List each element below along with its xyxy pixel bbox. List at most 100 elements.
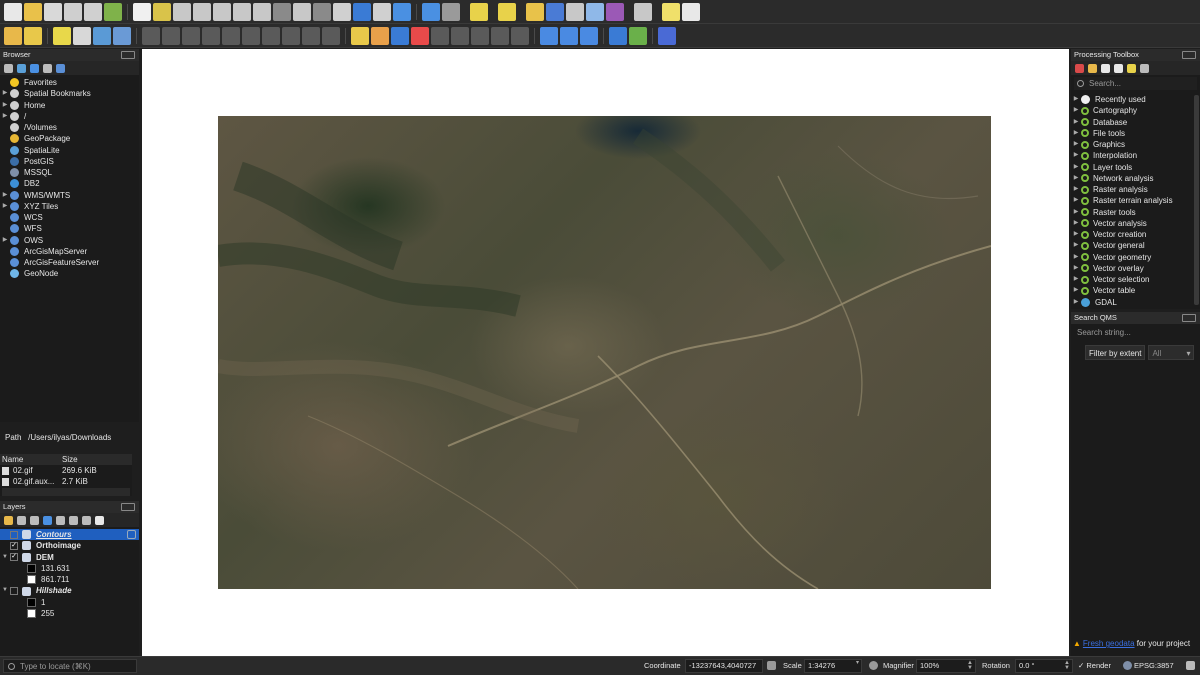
redo-icon[interactable]	[322, 26, 340, 45]
file-row[interactable]: 02.gif.aux... 2.7 KiB	[0, 476, 132, 487]
show-hide-labels-icon[interactable]	[411, 26, 429, 45]
toolbox-item[interactable]: ▶ File tools	[1071, 128, 1200, 139]
browser-item[interactable]: MSSQL	[0, 167, 139, 178]
render-checkbox[interactable]: ✓ Render	[1078, 661, 1111, 670]
expand-arrow-icon[interactable]: ▶	[1071, 252, 1081, 263]
expand-arrow-icon[interactable]: ▶	[1071, 218, 1081, 229]
show-bookmarks-icon[interactable]	[373, 2, 391, 21]
layer-visibility-checkbox[interactable]: ✓	[10, 553, 18, 562]
expand-arrow-icon[interactable]: ▶	[0, 190, 10, 201]
toolbox-search-input[interactable]: Search...	[1074, 77, 1197, 90]
zoom-native-icon[interactable]	[273, 2, 291, 21]
expand-arrow-icon[interactable]: ▶	[1071, 263, 1081, 274]
toolbox-item[interactable]: ▶ Raster terrain analysis	[1071, 195, 1200, 206]
filter-legend-icon[interactable]	[43, 515, 52, 525]
move-feature-icon[interactable]	[222, 26, 240, 45]
select-by-value-icon[interactable]	[498, 2, 516, 21]
fresh-geodata-link[interactable]: Fresh geodata	[1083, 639, 1135, 648]
current-edits-icon[interactable]	[4, 26, 22, 45]
toolbox-item[interactable]: ▶ GDAL	[1071, 297, 1200, 308]
expand-arrow-icon[interactable]: ▶	[1071, 229, 1081, 240]
browser-item[interactable]: SpatiaLite	[0, 145, 139, 156]
browser-item[interactable]: ArcGisMapServer	[0, 246, 139, 257]
digitize-with-segment-icon[interactable]	[73, 26, 91, 45]
history-icon[interactable]	[1101, 63, 1110, 73]
cut-features-icon[interactable]	[242, 26, 260, 45]
field-calculator-icon[interactable]	[566, 2, 584, 21]
vertex-tool-icon[interactable]	[113, 26, 131, 45]
manage-visibility-icon[interactable]	[30, 515, 39, 525]
browser-item[interactable]: ▶ /	[0, 111, 139, 122]
filter-icon[interactable]	[30, 63, 39, 73]
save-project-icon[interactable]	[44, 2, 62, 21]
globe-search-icon[interactable]	[580, 26, 598, 45]
zoom-selection-icon[interactable]	[233, 2, 251, 21]
label-properties-icon[interactable]	[491, 26, 509, 45]
toolbox-item[interactable]: ▶ Recently used	[1071, 94, 1200, 105]
toolbox-item[interactable]: ▶ Vector geometry	[1071, 252, 1200, 263]
expand-arrow-icon[interactable]: ▶	[0, 201, 10, 212]
new-print-layout-icon[interactable]	[64, 2, 82, 21]
scripts-icon[interactable]	[1088, 63, 1097, 73]
new-project-icon[interactable]	[4, 2, 22, 21]
label-history-icon[interactable]	[511, 26, 529, 45]
layer-indicator-icon[interactable]	[127, 530, 136, 540]
expand-arrow-icon[interactable]: ▶	[0, 100, 10, 111]
quickmap-globe-icon[interactable]	[560, 26, 578, 45]
browser-item[interactable]: ArcGisFeatureServer	[0, 257, 139, 268]
crs-globe-icon[interactable]	[1123, 661, 1132, 670]
expand-arrow-icon[interactable]: ▶	[1071, 117, 1081, 128]
crs-value[interactable]: EPSG:3857	[1134, 661, 1174, 670]
python-console-icon[interactable]	[609, 26, 627, 45]
layer-item[interactable]: ▼ ✓ DEM	[0, 552, 139, 563]
add-group-icon[interactable]	[17, 515, 26, 525]
browser-item[interactable]: GeoNode	[0, 268, 139, 279]
expand-arrow-icon[interactable]: ▶	[1071, 274, 1081, 285]
toolbox-item[interactable]: ▶ Vector overlay	[1071, 263, 1200, 274]
open-layer-styling-icon[interactable]	[4, 515, 13, 525]
statistics-icon[interactable]	[606, 2, 624, 21]
zoom-layer-icon[interactable]	[253, 2, 271, 21]
browser-item[interactable]: ▶ WMS/WMTS	[0, 190, 139, 201]
layer-visibility-checkbox[interactable]	[10, 587, 18, 596]
browser-item[interactable]: PostGIS	[0, 156, 139, 167]
orthoimage-raster[interactable]	[218, 116, 991, 589]
expand-arrow-icon[interactable]: ▶	[1071, 173, 1081, 184]
style-manager-icon[interactable]	[104, 2, 122, 21]
toolbox-item[interactable]: ▶ Database	[1071, 117, 1200, 128]
lock-scale-icon[interactable]	[869, 661, 878, 670]
measure-icon[interactable]	[634, 2, 652, 21]
expand-arrow-icon[interactable]: ▶	[1071, 105, 1081, 116]
size-column-header[interactable]: Size	[62, 454, 78, 465]
pan-to-selection-icon[interactable]	[153, 2, 171, 21]
refresh-icon[interactable]	[393, 2, 411, 21]
toolbox-scrollbar[interactable]	[1194, 95, 1199, 305]
expand-arrow-icon[interactable]: ▶	[1071, 285, 1081, 296]
name-column-header[interactable]: Name	[0, 454, 62, 465]
expand-arrow-icon[interactable]: ▶	[1071, 162, 1081, 173]
browser-item[interactable]: /Volumes	[0, 122, 139, 133]
new-bookmark-icon[interactable]	[353, 2, 371, 21]
expand-arrow-icon[interactable]: ▶	[1071, 195, 1081, 206]
file-table-scrollbar[interactable]	[2, 488, 130, 496]
layer-item[interactable]: ▼ Hillshade	[0, 585, 139, 596]
add-selected-layers-icon[interactable]	[4, 63, 13, 73]
collapse-all-icon[interactable]	[43, 63, 52, 73]
new-map-view-icon[interactable]	[333, 2, 351, 21]
expand-arrow-icon[interactable]: ▼	[0, 552, 10, 563]
expand-arrow-icon[interactable]: ▶	[1071, 139, 1081, 150]
plugin-manager-icon[interactable]	[629, 26, 647, 45]
vertex-edit-icon[interactable]	[202, 26, 220, 45]
help-icon[interactable]	[658, 26, 676, 45]
browser-item[interactable]: ▶ Spatial Bookmarks	[0, 88, 139, 99]
expand-arrow-icon[interactable]: ▶	[0, 88, 10, 99]
browser-item[interactable]: WFS	[0, 223, 139, 234]
browser-item[interactable]: ▶ XYZ Tiles	[0, 201, 139, 212]
change-label-icon[interactable]	[471, 26, 489, 45]
attribute-table-icon[interactable]	[546, 2, 564, 21]
results-viewer-icon[interactable]	[1114, 63, 1123, 73]
panel-float-close-icon[interactable]	[121, 51, 135, 59]
zoom-next-icon[interactable]	[313, 2, 331, 21]
toolbox-item[interactable]: ▶ Vector general	[1071, 240, 1200, 251]
expand-arrow-icon[interactable]: ▶	[1071, 207, 1081, 218]
